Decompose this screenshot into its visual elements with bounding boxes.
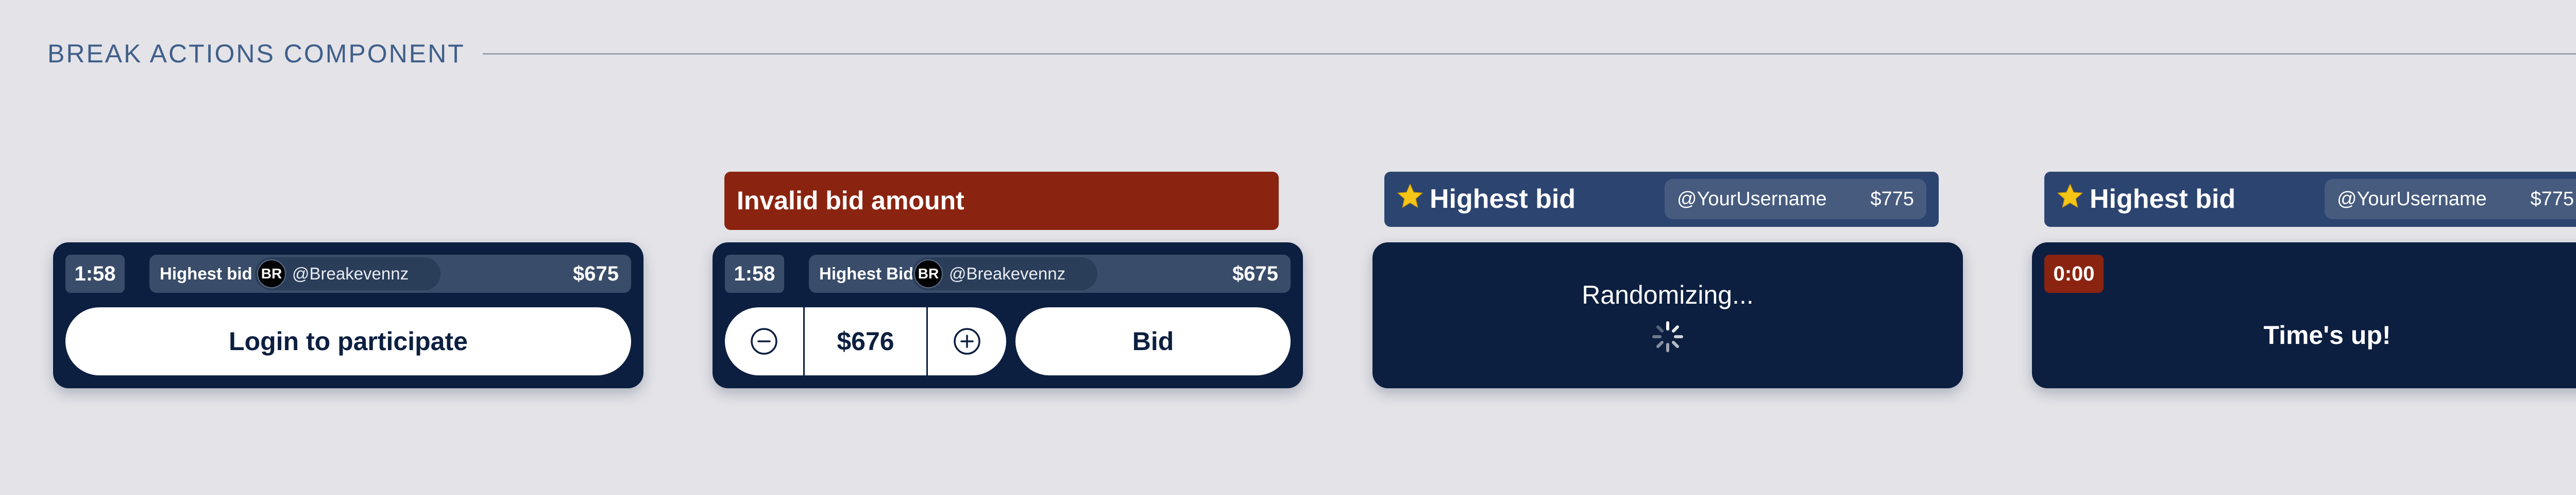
bidder-chip[interactable]: BR @Breakevennz	[912, 257, 1097, 290]
highest-bid-amount: $675	[1232, 262, 1278, 285]
highest-bid-pill: Highest bid BR @Breakevennz $675	[149, 255, 631, 293]
highest-bid-label: Highest Bid	[819, 264, 914, 283]
highest-bid-banner: Highest bid @YourUsername $775	[2044, 172, 2576, 227]
section-header: BREAK ACTIONS COMPONENT	[47, 37, 2576, 70]
highest-bid-label: Highest bid	[2090, 184, 2236, 214]
highest-bid-label: Highest bid	[1430, 184, 1576, 214]
section-title: BREAK ACTIONS COMPONENT	[47, 39, 465, 68]
star-icon	[2057, 183, 2083, 208]
highest-bid-amount: $775	[1870, 188, 1914, 210]
break-actions-times-up: 0:00 Time's up!	[2032, 242, 2576, 388]
timer-badge: 0:00	[2044, 255, 2104, 293]
avatar: BR	[257, 259, 286, 288]
break-actions-logged-out: 1:58 Highest bid BR @Breakevennz $675 Lo…	[53, 242, 643, 388]
increment-button[interactable]	[926, 307, 1006, 375]
bidder-username: @YourUsername	[2337, 188, 2487, 210]
error-banner: Invalid bid amount	[724, 172, 1279, 230]
break-actions-randomizing: Randomizing...	[1372, 242, 1963, 388]
bidder-chip[interactable]: BR @Breakevennz	[255, 257, 440, 290]
timer-badge: 1:58	[65, 255, 125, 293]
star-icon	[1397, 183, 1423, 208]
status-text: Randomizing...	[1582, 280, 1754, 309]
break-actions-bidding: 1:58 Highest Bid BR @Breakevennz $675 $6…	[713, 242, 1303, 388]
bid-amount-stepper: $676	[725, 307, 1006, 375]
section-divider	[483, 53, 2576, 55]
minus-circle-icon	[751, 328, 777, 355]
status-text: Time's up!	[2263, 321, 2391, 350]
login-button[interactable]: Login to participate	[65, 307, 631, 375]
highest-bid-label: Highest bid	[160, 264, 252, 283]
highest-bid-banner: Highest bid @YourUsername $775	[1384, 172, 1939, 227]
highest-bid-amount: $775	[2530, 188, 2574, 210]
highest-bid-pill: Highest Bid BR @Breakevennz $675	[809, 255, 1291, 293]
info-bar: 1:58 Highest Bid BR @Breakevennz $675	[725, 255, 1291, 293]
bidder-username: @Breakevennz	[949, 264, 1066, 283]
plus-circle-icon	[954, 328, 980, 355]
loading-spinner-icon	[1652, 321, 1683, 352]
avatar: BR	[914, 259, 943, 288]
bidder-username: @Breakevennz	[292, 264, 409, 283]
bidder-chip[interactable]: @YourUsername $775	[2325, 179, 2576, 219]
bidder-username: @YourUsername	[1677, 188, 1827, 210]
bid-button[interactable]: Bid	[1015, 307, 1291, 375]
highest-bid-amount: $675	[573, 262, 619, 285]
timer-badge: 1:58	[725, 255, 784, 293]
info-bar: 1:58 Highest bid BR @Breakevennz $675	[65, 255, 631, 293]
bidder-chip[interactable]: @YourUsername $775	[1665, 179, 1926, 219]
decrement-button[interactable]	[725, 307, 805, 375]
bid-amount-value[interactable]: $676	[805, 307, 926, 375]
